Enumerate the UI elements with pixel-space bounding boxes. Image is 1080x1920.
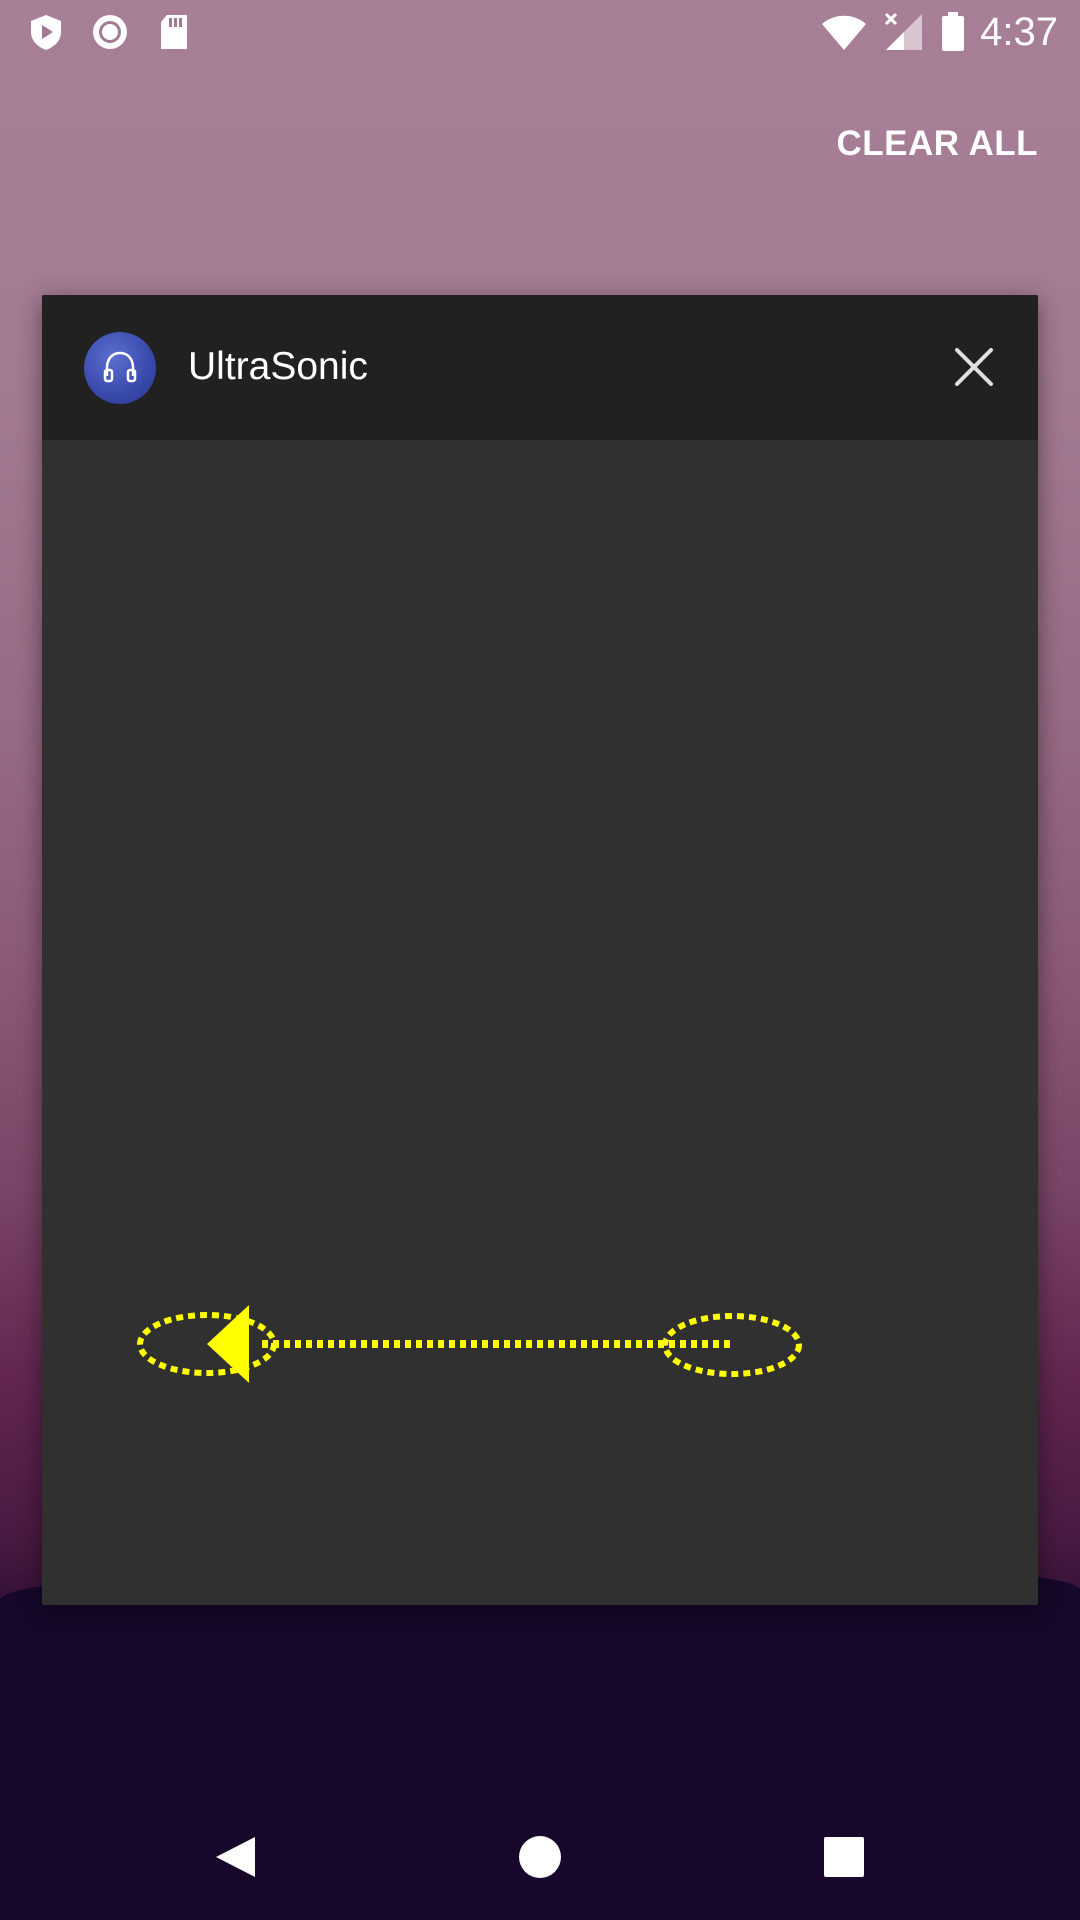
- home-icon[interactable]: [504, 1821, 576, 1893]
- battery-icon: [942, 12, 964, 51]
- recents-icon[interactable]: [808, 1821, 880, 1893]
- app-name: UltraSonic: [188, 345, 368, 388]
- app-icon: [84, 332, 156, 404]
- recents-screen: 4:37 CLEAR ALL UltraSonic: [0, 0, 1080, 1920]
- task-card[interactable]: UltraSonic: [42, 295, 1038, 1605]
- sd-card-icon: [161, 15, 187, 49]
- headphones-icon: [103, 351, 137, 383]
- task-card-header: UltraSonic: [42, 295, 1038, 440]
- cellular-no-signal-icon: [884, 12, 922, 50]
- close-icon[interactable]: [944, 337, 1004, 397]
- back-icon[interactable]: [200, 1821, 272, 1893]
- clear-all-button[interactable]: CLEAR ALL: [836, 124, 1038, 164]
- swipe-left-gesture-overlay: [137, 1305, 802, 1383]
- status-bar: 4:37: [0, 0, 1080, 64]
- record-icon: [93, 15, 127, 49]
- navigation-bar: [0, 1794, 1080, 1920]
- status-time: 4:37: [980, 10, 1058, 54]
- task-card-preview[interactable]: [42, 440, 1038, 1605]
- wifi-icon: [822, 15, 866, 50]
- shield-play-icon: [31, 15, 61, 50]
